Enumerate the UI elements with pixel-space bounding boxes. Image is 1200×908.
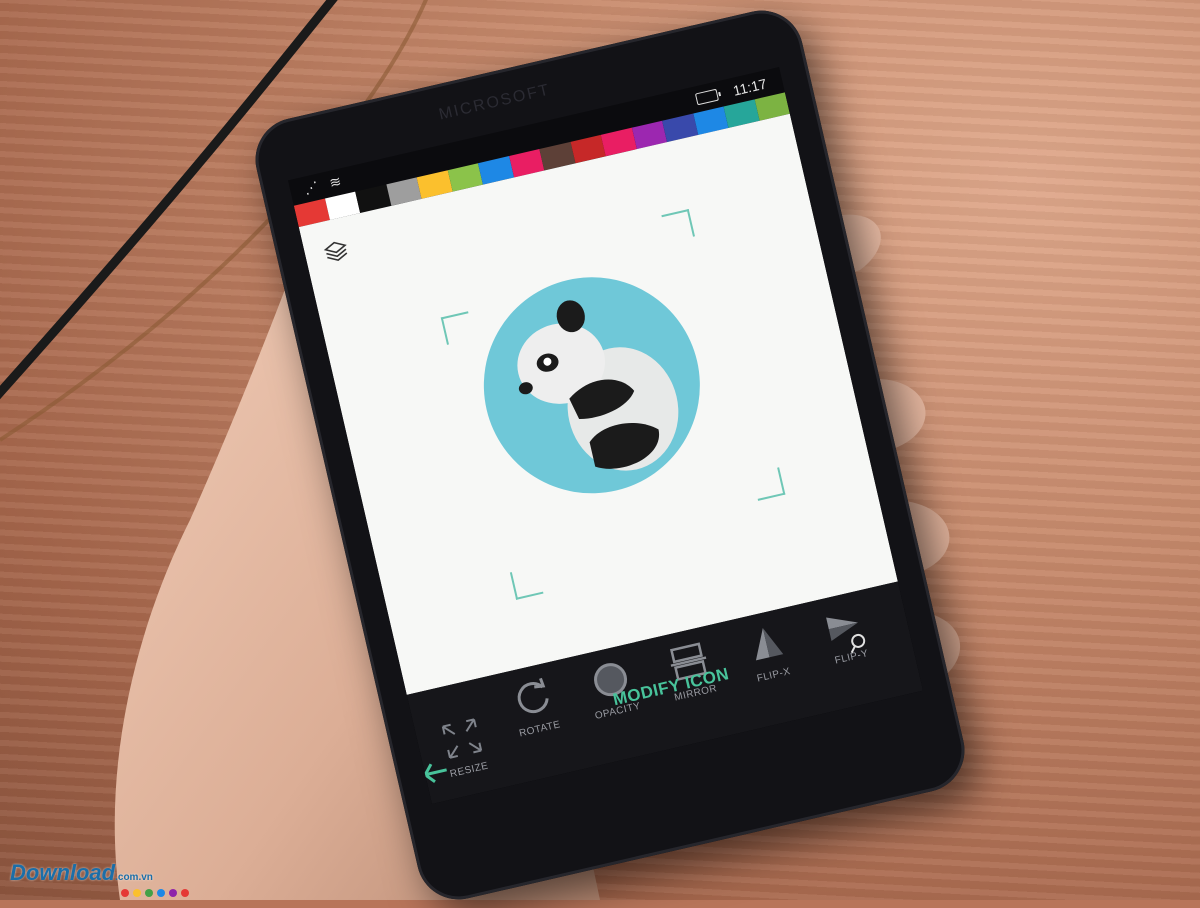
flip-x-button[interactable]: FLIP-X [722,610,814,689]
watermark-text: Download [10,860,116,885]
nav-search-icon[interactable] [860,787,885,804]
selection-corner-bottom-right[interactable] [751,467,786,501]
phone-screen: ⋰ ≋ 11:17 RESIZE ROTATE OPACITY MIRROR F… [287,67,924,804]
selection-corner-bottom-left[interactable] [509,566,544,600]
watermark-dots [121,889,189,897]
selection-corner-top-right[interactable] [661,208,695,243]
battery-icon [694,88,720,106]
flip-y-button[interactable]: FLIP-Y [800,592,892,671]
phone-brand: MICROSOFT [437,81,553,124]
watermark-suffix: .com.vn [115,872,153,883]
rotate-button[interactable]: ROTATE [488,664,580,743]
watermark: Download.com.vn [10,860,153,886]
status-time: 11:17 [731,75,769,99]
layers-icon[interactable] [321,237,353,273]
panda-icon[interactable] [460,253,725,522]
